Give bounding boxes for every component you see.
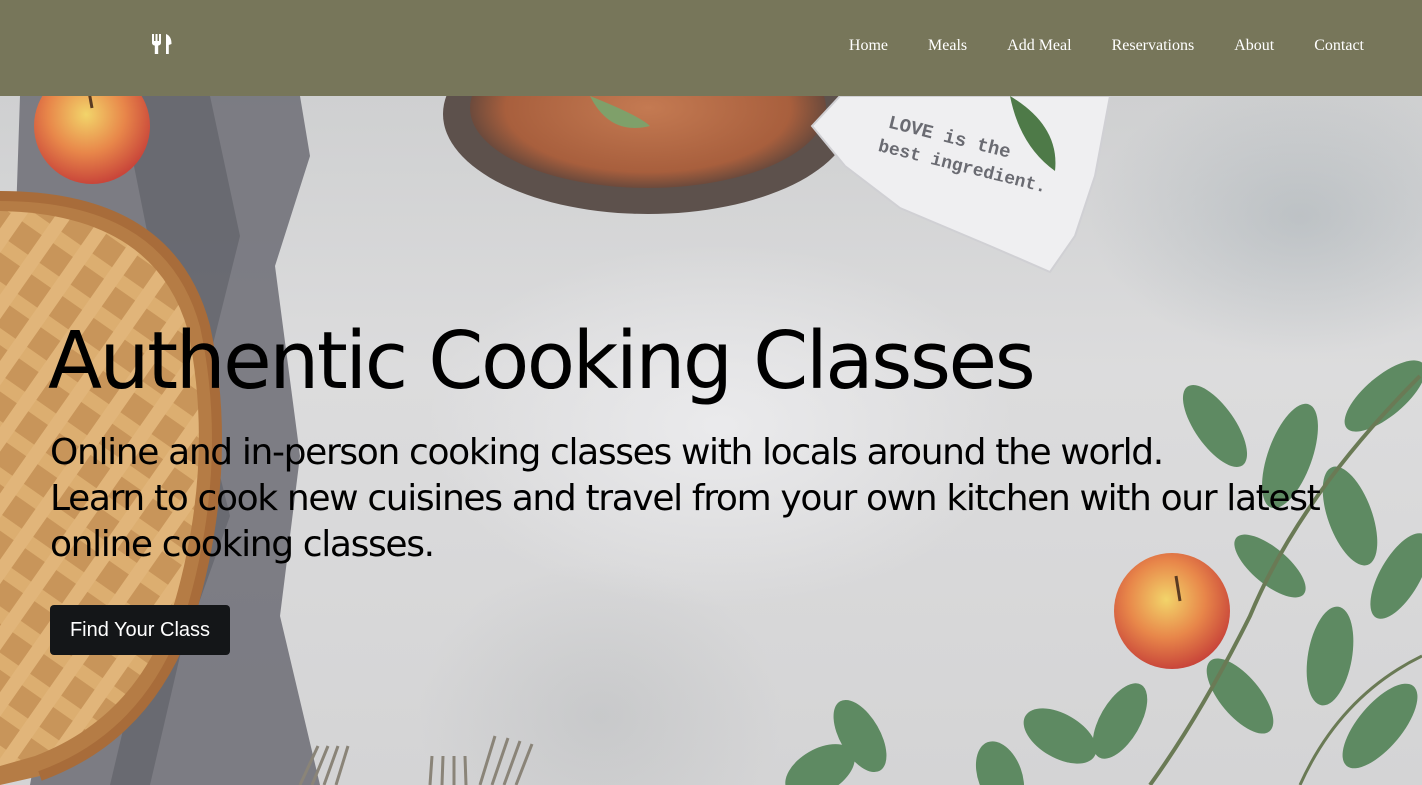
- nav-about-link[interactable]: About: [1234, 36, 1274, 56]
- hero-section: LOVE is the best ingredient. Authentic C…: [0, 96, 1422, 785]
- hero-description-line-1: Online and in-person cooking classes wit…: [50, 432, 1164, 473]
- top-navbar: Home Meals Add Meal Reservations About C…: [0, 0, 1422, 96]
- nav-contact-link[interactable]: Contact: [1314, 36, 1364, 56]
- find-your-class-button[interactable]: Find Your Class: [50, 605, 230, 655]
- nav-meals-link[interactable]: Meals: [928, 36, 967, 56]
- hero-description-line-2: Learn to cook new cuisines and travel fr…: [50, 478, 1321, 565]
- main-nav: Home Meals Add Meal Reservations About C…: [809, 36, 1364, 56]
- hero-description: Online and in-person cooking classes wit…: [50, 430, 1380, 568]
- nav-add-meal-link[interactable]: Add Meal: [1007, 36, 1071, 56]
- fork-knife-icon[interactable]: [151, 33, 173, 55]
- hero-title: Authentic Cooking Classes: [48, 315, 1036, 407]
- nav-reservations-link[interactable]: Reservations: [1112, 36, 1195, 56]
- nav-home-link[interactable]: Home: [849, 36, 888, 56]
